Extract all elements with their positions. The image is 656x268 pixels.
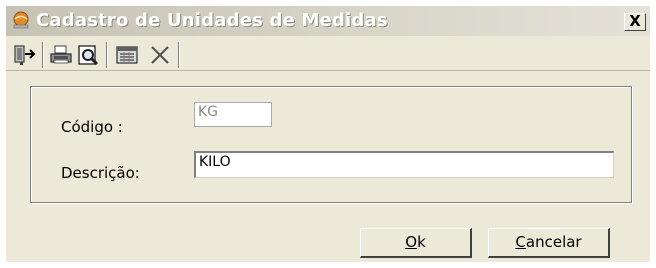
toolbar-separator <box>42 42 44 68</box>
delete-x-icon[interactable] <box>148 44 174 66</box>
codigo-field[interactable]: KG <box>194 102 272 127</box>
cancel-mnemonic: C <box>515 233 526 251</box>
print-preview-icon[interactable] <box>76 44 102 66</box>
window-title: Cadastro de Unidades de Medidas <box>36 10 388 31</box>
toolbar <box>6 38 650 71</box>
list-icon[interactable] <box>114 44 140 66</box>
ok-label-rest: k <box>417 233 426 251</box>
close-button[interactable]: X <box>624 13 646 31</box>
title-bar[interactable]: Cadastro de Unidades de Medidas X <box>6 6 650 36</box>
toolbar-separator <box>178 42 180 68</box>
cancel-label-rest: ancelar <box>525 233 582 251</box>
app-globe-icon <box>13 11 29 29</box>
print-icon[interactable] <box>48 44 74 66</box>
codigo-label: Código : <box>61 118 123 136</box>
ok-mnemonic: O <box>405 233 418 251</box>
form-groupbox: Código : KG Descrição: KILO <box>30 86 632 203</box>
exit-door-icon[interactable] <box>12 44 38 66</box>
toolbar-separator <box>106 42 108 68</box>
descricao-label: Descrição: <box>61 164 140 182</box>
descricao-field[interactable]: KILO <box>194 151 614 178</box>
cancel-button[interactable]: Cancelar <box>488 228 610 258</box>
dialog-window: Cadastro de Unidades de Medidas X Código… <box>6 6 650 262</box>
close-icon: X <box>629 12 641 30</box>
ok-button[interactable]: Ok <box>360 228 472 258</box>
